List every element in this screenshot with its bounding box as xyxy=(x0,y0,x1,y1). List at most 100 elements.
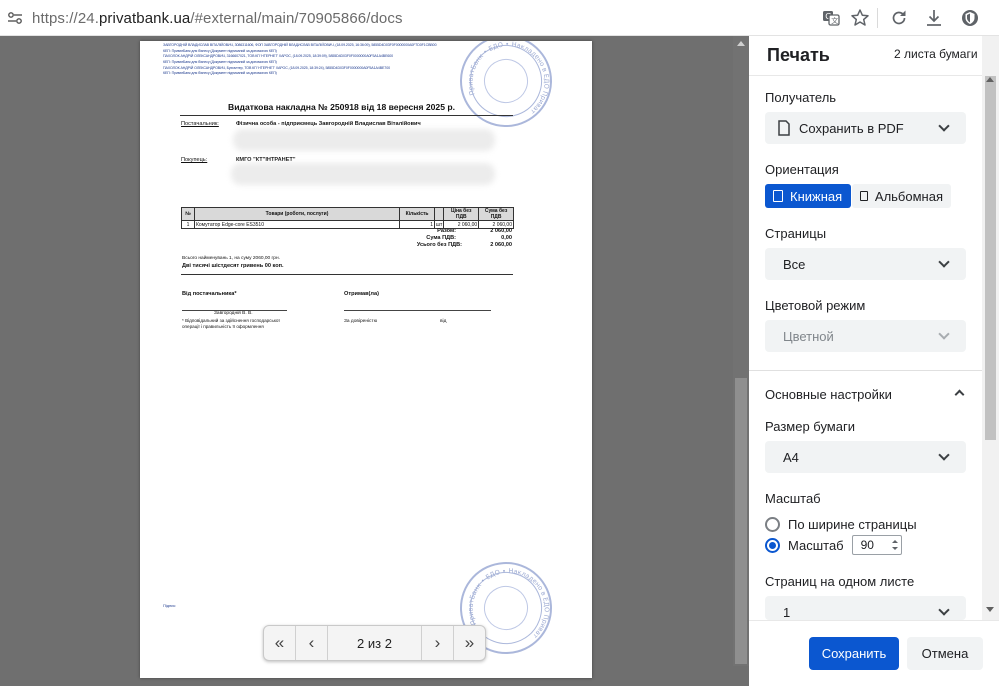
proxy-from-label: від xyxy=(440,319,447,324)
sheet-count: 2 листа бумаги xyxy=(894,47,978,61)
chevron-down-icon xyxy=(938,449,950,461)
scale-fit-label: По ширине страницы xyxy=(788,516,917,532)
color-mode-value: Цветной xyxy=(783,328,834,344)
cancel-button[interactable]: Отмена xyxy=(907,637,983,670)
signer-name: Завгородній В. В. xyxy=(214,311,253,316)
pages-per-sheet-label: Страниц на одном листе xyxy=(765,574,915,589)
scale-custom-option[interactable]: Масштаб 90 xyxy=(765,535,902,555)
received-label: Отримав(ла) xyxy=(344,291,379,297)
orientation-landscape-label: Альбомная xyxy=(874,188,943,204)
page-navigator: « ‹ 2 из 2 › » xyxy=(263,625,486,661)
signature-line-5: ПАХОЛОК АНДРІЙ ОЛЕКСАНДРОВИЧ, Бухгалтер,… xyxy=(163,66,390,70)
summary-words: Дві тисячі шістдесят гривень 00 коп. xyxy=(182,263,284,269)
invoice-title: Видаткова накладна № 250918 від 18 верес… xyxy=(228,102,456,112)
panel-scrollbar-thumb[interactable] xyxy=(985,76,996,440)
print-title: Печать xyxy=(767,45,830,65)
prev-page-button[interactable]: ‹ xyxy=(296,626,328,660)
url-host: privatbank.ua xyxy=(98,10,191,27)
col-header-number: № xyxy=(181,207,195,221)
spinner-arrows-icon[interactable] xyxy=(890,537,900,553)
stamp-ring-text: ПриватБанк • ЕДО • Накладено в ЕДО Прива… xyxy=(455,41,562,134)
chevron-down-icon xyxy=(938,604,950,616)
scale-custom-label: Масштаб xyxy=(788,537,844,553)
more-settings-toggle[interactable]: Основные настройки xyxy=(765,387,892,402)
cell-number: 1 xyxy=(181,220,195,229)
paper-size-select[interactable]: A4 xyxy=(765,441,966,473)
signature-caption: Підпис xyxy=(163,603,176,608)
scale-fit-width-option[interactable]: По ширине страницы xyxy=(765,515,917,533)
page-indicator: 2 из 2 xyxy=(357,635,392,651)
pages-select[interactable]: Все xyxy=(765,248,966,280)
paper-size-value: A4 xyxy=(783,449,799,465)
translate-icon[interactable]: G文 xyxy=(819,6,843,30)
cell-goods: Комутатор Edge-core ES3510 xyxy=(193,220,401,229)
goods-table: № Товари (роботи, послуги) Кількість Цін… xyxy=(181,207,514,229)
preview-scrollbar-thumb[interactable] xyxy=(735,378,747,664)
pages-value: Все xyxy=(783,256,806,272)
destination-select[interactable]: Сохранить в PDF xyxy=(765,112,966,144)
vat-value: 0,00 xyxy=(501,235,512,241)
scale-label: Масштаб xyxy=(765,491,821,506)
panel-scroll-up-arrow[interactable] xyxy=(986,77,994,82)
portrait-page-icon xyxy=(773,190,783,202)
preview-scroll-up-arrow[interactable] xyxy=(737,41,745,46)
signature-line-6: КЕП: ПриватБанк для бізнесу (Документ пі… xyxy=(163,71,277,75)
last-page-button[interactable]: » xyxy=(453,626,485,660)
print-settings-panel: Печать 2 листа бумаги Получатель Сохрани… xyxy=(749,36,999,686)
panel-scroll-down-arrow[interactable] xyxy=(986,607,994,612)
orientation-label: Ориентация xyxy=(765,162,839,177)
color-mode-label: Цветовой режим xyxy=(765,298,866,313)
total-label: Разом: xyxy=(437,228,456,234)
chevron-down-icon xyxy=(938,120,950,132)
scale-value: 90 xyxy=(860,538,874,552)
radio-custom-scale[interactable] xyxy=(765,537,780,553)
signature-line-1: ЗАВГОРОДНІЙ ВЛАДИСЛАВ ВІТАЛІЙОВИЧ, 30863… xyxy=(163,43,437,47)
toolbar-separator xyxy=(877,8,878,28)
orientation-landscape-button[interactable]: Альбомная xyxy=(852,184,951,208)
color-mode-select[interactable]: Цветной xyxy=(765,320,966,352)
orientation-portrait-button[interactable]: Книжная xyxy=(765,184,851,208)
site-settings-icon[interactable] xyxy=(7,10,23,26)
receiver-signature-line xyxy=(344,310,491,311)
paper-size-label: Размер бумаги xyxy=(765,419,855,434)
bookmark-star-icon[interactable] xyxy=(848,6,872,30)
summary-line: Всього найменувань 1, на суму 2060,00 гр… xyxy=(182,256,280,261)
pages-per-sheet-value: 1 xyxy=(783,605,791,620)
first-page-button[interactable]: « xyxy=(264,626,296,660)
total-no-vat-label: Усього без ПДВ: xyxy=(416,242,462,248)
extension-shield-icon[interactable] xyxy=(958,6,982,30)
next-page-button[interactable]: › xyxy=(421,626,453,660)
panel-header: Печать 2 листа бумаги xyxy=(749,36,999,76)
chevron-down-icon xyxy=(938,256,950,268)
save-button[interactable]: Сохранить xyxy=(809,637,899,670)
col-header-sum: Сума без ПДВ xyxy=(478,207,514,221)
proxy-label: За довіреністю xyxy=(344,319,378,324)
col-header-price: Ціна без ПДВ xyxy=(443,207,480,221)
scale-input[interactable]: 90 xyxy=(851,535,902,555)
total-no-vat-value: 2 060,00 xyxy=(490,242,512,248)
from-supplier-label: Від постачальника* xyxy=(182,291,237,297)
preview-scrollbar[interactable] xyxy=(733,36,749,666)
col-header-quantity: Кількість xyxy=(399,207,436,221)
panel-scrollbar[interactable] xyxy=(982,36,999,620)
signature-line-2: КЕП: ПриватБанк для бізнесу (Документ пі… xyxy=(163,49,277,53)
address-bar: https://24.privatbank.ua/#external/main/… xyxy=(0,0,999,36)
responsible-footnote: * Відповідальний за здійснення господарс… xyxy=(182,318,280,329)
col-header-goods: Товари (роботи, послуги) xyxy=(193,207,401,221)
buyer-label: Покупець: xyxy=(181,157,208,163)
svg-text:文: 文 xyxy=(831,16,838,25)
chevron-up-icon[interactable] xyxy=(954,389,965,400)
title-rule xyxy=(180,115,513,116)
supplier-label: Постачальник: xyxy=(181,121,219,127)
download-icon[interactable] xyxy=(922,6,946,30)
destination-value: Сохранить в PDF xyxy=(799,120,904,136)
pages-per-sheet-select[interactable]: 1 xyxy=(765,596,966,620)
orientation-portrait-label: Книжная xyxy=(790,188,843,204)
url-field[interactable]: https://24.privatbank.ua/#external/main/… xyxy=(32,10,403,27)
url-scheme: https://24. xyxy=(32,10,99,27)
supplier-value: Фізична особа - підприємець Завгородній … xyxy=(236,121,421,127)
radio-fit-width[interactable] xyxy=(765,516,780,532)
reload-icon[interactable] xyxy=(887,6,911,30)
section-divider xyxy=(749,370,982,371)
signature-line-3: ПАХОЛОК АНДРІЙ ОЛЕКСАНДРОВИЧ, 3166607021… xyxy=(163,54,394,58)
